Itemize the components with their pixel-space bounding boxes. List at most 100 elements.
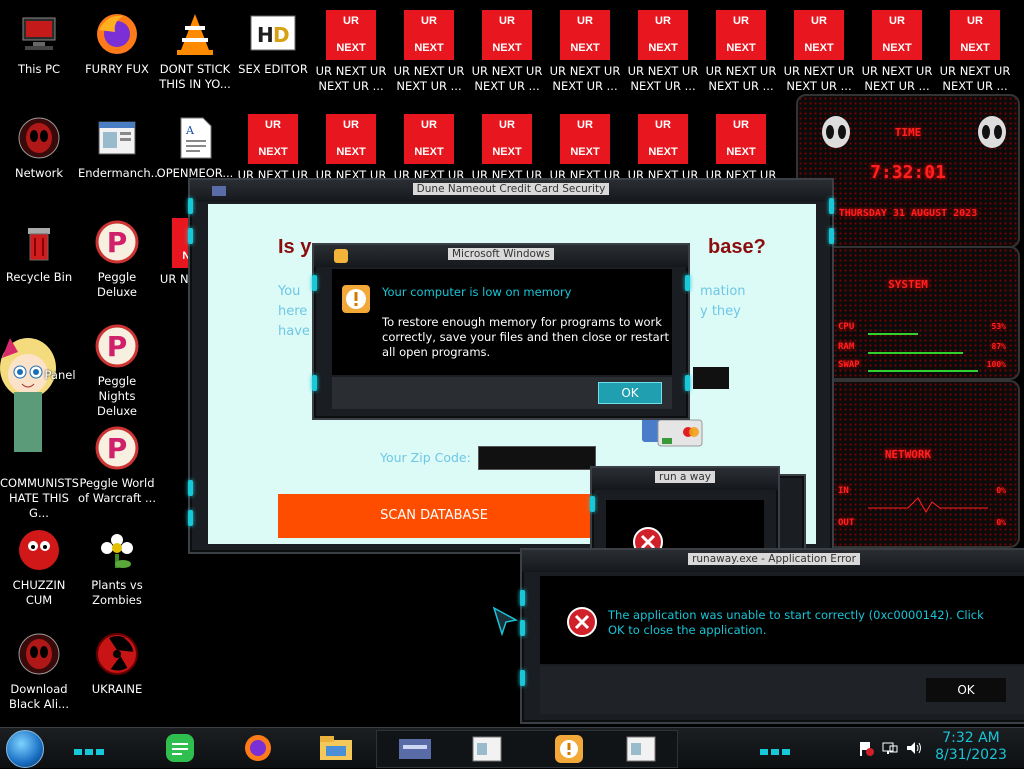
app-error-body: The application was unable to start corr… [540, 576, 1024, 664]
desktop-icon-label: UR NEXT UR NEXT UR ... [861, 64, 933, 93]
scam-window-titlebar[interactable]: Dune Nameout Credit Card Security [190, 180, 832, 202]
taskbar-running-tray [376, 730, 678, 768]
desktop-icon-plants-vs-zombies[interactable]: Plants vs Zombies [78, 520, 156, 608]
frame-light [685, 275, 690, 291]
desktop-icon-label: COMMUNISTS HATE THIS G... [0, 476, 79, 520]
desktop-icon-ukraine[interactable]: UKRAINE [78, 624, 156, 697]
desktop-icon-openmeor[interactable]: A OPENMEOR... [156, 108, 234, 181]
gadget-ram-label: RAM [838, 342, 855, 352]
ur-next-icon: UR NEXT [404, 10, 454, 60]
desktop-icon-chuzzin[interactable]: CHUZZIN CUM [0, 520, 78, 608]
taskbar-firefox[interactable] [238, 732, 278, 764]
desktop-icon-label: Endermanch... [78, 166, 162, 180]
gadget-net-out-label: OUT [838, 518, 855, 528]
desktop-icon-ur-next[interactable]: UR NEXT UR NEXT UR [702, 108, 780, 183]
frame-light [312, 375, 317, 391]
application-error-dialog[interactable]: runaway.exe - Application Error The appl… [520, 548, 1024, 724]
taskbar-window-app[interactable] [467, 733, 507, 765]
run-a-way-window[interactable]: run a way [590, 466, 780, 557]
desktop-icon-ur-next[interactable]: UR NEXT UR NEXT UR [390, 108, 468, 183]
zip-label: Your Zip Code: [380, 450, 471, 465]
ur-icon-bottom-text: NEXT [492, 42, 522, 54]
desktop-icon-ur-next[interactable]: UR NEXT UR NEXT UR [624, 108, 702, 183]
desktop-icon-ur-next[interactable]: UR NEXT UR NEXT UR NEXT UR ... [936, 4, 1014, 94]
desktop-icon-ur-next[interactable]: UR NEXT UR NEXT UR NEXT UR ... [312, 4, 390, 94]
desktop-icon-peggle-nights[interactable]: P Peggle Nights Deluxe [78, 316, 156, 419]
frame-light [829, 228, 834, 244]
desktop-icon-ur-next[interactable]: UR NEXT UR NEXT UR NEXT UR ... [624, 4, 702, 94]
desktop-icon-dont-stick[interactable]: DONT STICK THIS IN YO... [156, 4, 234, 92]
desktop-icon-network[interactable]: Network [0, 108, 78, 181]
low-memory-dialog[interactable]: Microsoft Windows Your computer is low o… [312, 243, 690, 420]
run-a-way-titlebar[interactable]: run a way [592, 468, 778, 490]
clock-time: 7:32 AM [942, 730, 1000, 746]
taskbar-warning-app[interactable] [549, 733, 589, 765]
desktop-icon-ur-next[interactable]: UR NEXT UR NEXT UR [234, 108, 312, 183]
desktop-icon-furry-fux[interactable]: FURRY FUX [78, 4, 156, 77]
taskbar-window-app-2[interactable] [621, 733, 661, 765]
desktop-icon-ur-next[interactable]: UR NEXT UR NEXT UR NEXT UR ... [390, 4, 468, 94]
desktop-icon-peggle-wow[interactable]: P Peggle World of Warcraft ... [78, 418, 156, 506]
scam-window-title: Dune Nameout Credit Card Security [412, 183, 610, 195]
ok-button[interactable]: OK [926, 678, 1006, 702]
desktop-icon-ur-next[interactable]: UR NEXT UR NEXT UR NEXT UR ... [468, 4, 546, 94]
ur-icon-top-text: UR [421, 15, 437, 27]
app-error-titlebar[interactable]: runaway.exe - Application Error [522, 550, 1024, 572]
desktop-icon-ur-next[interactable]: UR NEXT UR NEXT UR NEXT UR ... [546, 4, 624, 94]
gadget-net-out-value: 0% [996, 518, 1006, 527]
action-center-flag-icon[interactable] [858, 740, 874, 756]
low-memory-titlebar[interactable]: Microsoft Windows [314, 245, 688, 267]
scan-database-button[interactable]: SCAN DATABASE [278, 494, 590, 538]
taskbar-notes-app[interactable] [160, 732, 200, 764]
ur-icon-top-text: UR [577, 119, 593, 131]
taskbar-clock[interactable]: 7:32 AM 8/31/2023 [928, 730, 1014, 764]
frame-light [520, 620, 525, 636]
frame-light [188, 228, 193, 244]
desktop-icon-peggle-deluxe[interactable]: P Peggle Deluxe [78, 212, 156, 300]
desktop-icon-this-pc[interactable]: This PC [0, 4, 78, 77]
taskbar-scam-window[interactable] [395, 733, 435, 765]
ok-button[interactable]: OK [598, 382, 662, 404]
desktop-icon-endermanch[interactable]: Endermanch... [78, 108, 162, 181]
desktop-icon-communists[interactable]: COMMUNISTS HATE THIS G... [0, 418, 79, 521]
alien-head-icon [15, 114, 63, 162]
desktop-icon-label: DONT STICK THIS IN YO... [159, 62, 231, 91]
desktop-icon-label: Peggle Deluxe [97, 270, 137, 299]
ur-icon-top-text: UR [967, 15, 983, 27]
start-button[interactable] [6, 730, 44, 768]
ur-next-icon: UR NEXT [482, 114, 532, 164]
desktop-icon-ur-next[interactable]: UR NEXT UR NEXT UR NEXT UR ... [702, 4, 780, 94]
desktop-icon-download-black-alien[interactable]: Download Black Ali... [0, 624, 78, 712]
zip-code-input[interactable] [478, 446, 596, 470]
run-a-way-body [606, 500, 764, 557]
ur-icon-bottom-text: NEXT [570, 42, 600, 54]
low-memory-title: Microsoft Windows [448, 248, 554, 260]
low-memory-heading: Your computer is low on memory [382, 285, 572, 299]
desktop-icon-ur-next[interactable]: UR NEXT UR NEXT UR [546, 108, 624, 183]
desktop-icon-ur-next[interactable]: UR NEXT UR NEXT UR [468, 108, 546, 183]
taskbar: 7:32 AM 8/31/2023 [0, 727, 1024, 768]
ur-icon-bottom-text: NEXT [258, 146, 288, 158]
ur-next-icon: UR NEXT [482, 10, 532, 60]
scam-input-field[interactable] [693, 367, 729, 389]
ur-icon-bottom-text: NEXT [414, 42, 444, 54]
desktop-icon-ur-next[interactable]: UR NEXT UR NEXT UR [312, 108, 390, 183]
desktop-icon-ur-next[interactable]: UR NEXT UR NEXT UR NEXT UR ... [858, 4, 936, 94]
frame-light [520, 670, 525, 686]
taskbar-file-explorer[interactable] [316, 732, 356, 764]
scam-para-line: have [278, 324, 310, 339]
desktop-icon-label: UR NEXT UR NEXT UR ... [471, 64, 543, 93]
low-memory-message: To restore enough memory for programs to… [382, 315, 669, 359]
ur-icon-bottom-text: NEXT [882, 42, 912, 54]
network-icon[interactable] [882, 740, 898, 756]
ur-icon-bottom-text: NEXT [804, 42, 834, 54]
desktop-icon-sex-editor[interactable]: HD SEX EDITOR [234, 4, 312, 77]
desktop-icon-label: CHUZZIN CUM [12, 578, 66, 607]
ur-next-icon: UR NEXT [950, 10, 1000, 60]
desktop-icon-ur-next[interactable]: UR NEXT UR NEXT UR NEXT UR ... [780, 4, 858, 94]
volume-icon[interactable] [906, 740, 922, 756]
desktop-icon-label: UR NEXT UR NEXT UR ... [939, 64, 1011, 93]
gadget-cpu-label: CPU [838, 322, 855, 332]
desktop-icon-recycle-bin[interactable]: Recycle Bin [0, 212, 78, 285]
frame-light [590, 496, 595, 512]
